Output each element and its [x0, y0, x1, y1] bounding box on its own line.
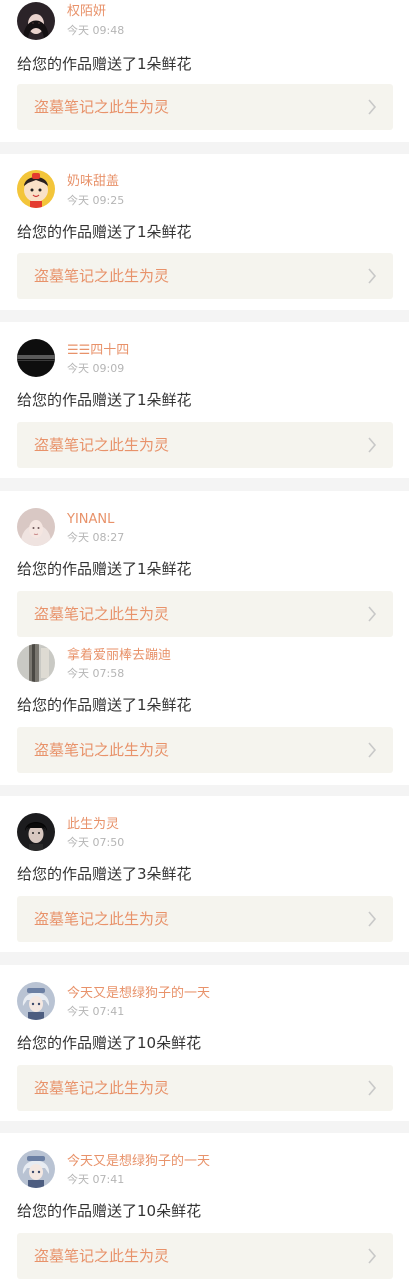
avatar-anime-icon: [17, 1150, 55, 1188]
timestamp: 今天 07:58: [67, 667, 125, 680]
avatar[interactable]: [17, 644, 55, 682]
chevron-right-icon: [368, 268, 377, 284]
chevron-right-icon: [368, 1248, 377, 1264]
user-name[interactable]: 拿着爱丽棒去蹦迪: [67, 648, 171, 664]
avatar[interactable]: [17, 982, 55, 1020]
gift-message: 给您的作品赠送了1朵鲜花: [17, 391, 192, 409]
gift-message: 给您的作品赠送了10朵鲜花: [17, 1034, 202, 1052]
work-link[interactable]: 盗墓笔记之此生为灵: [17, 727, 393, 773]
timestamp: 今天 07:41: [67, 1005, 125, 1018]
work-title: 盗墓笔记之此生为灵: [34, 741, 170, 759]
work-link[interactable]: 盗墓笔记之此生为灵: [17, 84, 393, 130]
work-title: 盗墓笔记之此生为灵: [34, 605, 170, 623]
timestamp: 今天 09:48: [67, 24, 125, 37]
user-name[interactable]: 今天又是想绿狗子的一天: [67, 1154, 210, 1170]
chevron-right-icon: [368, 911, 377, 927]
timestamp: 今天 09:09: [67, 362, 125, 375]
chevron-right-icon: [368, 437, 377, 453]
user-name[interactable]: 今天又是想绿狗子的一天: [67, 986, 210, 1002]
notification-card: 权陌妍 今天 09:48 给您的作品赠送了1朵鲜花 盗墓笔记之此生为灵: [0, 0, 409, 142]
timestamp: 今天 07:50: [67, 836, 125, 849]
notification-card: ☰☰四十四 今天 09:09 给您的作品赠送了1朵鲜花 盗墓笔记之此生为灵: [0, 322, 409, 478]
timestamp: 今天 09:25: [67, 194, 125, 207]
avatar-gray-photo-icon: [17, 644, 55, 682]
user-name[interactable]: 权陌妍: [67, 4, 106, 20]
avatar-anime-icon: [17, 982, 55, 1020]
avatar[interactable]: [17, 170, 55, 208]
avatar-cartoon-icon: [17, 170, 55, 208]
work-link[interactable]: 盗墓笔记之此生为灵: [17, 253, 393, 299]
gift-message: 给您的作品赠送了1朵鲜花: [17, 696, 192, 714]
work-title: 盗墓笔记之此生为灵: [34, 1247, 170, 1265]
timestamp: 今天 08:27: [67, 531, 125, 544]
avatar-pale-hair-icon: [17, 508, 55, 546]
avatar[interactable]: [17, 813, 55, 851]
gift-message: 给您的作品赠送了1朵鲜花: [17, 223, 192, 241]
gift-message: 给您的作品赠送了10朵鲜花: [17, 1202, 202, 1220]
notification-card: 今天又是想绿狗子的一天 今天 07:41 给您的作品赠送了10朵鲜花 盗墓笔记之…: [0, 1133, 409, 1280]
work-title: 盗墓笔记之此生为灵: [34, 910, 170, 928]
notification-card: 拿着爱丽棒去蹦迪 今天 07:58 给您的作品赠送了1朵鲜花 盗墓笔记之此生为灵: [0, 637, 409, 785]
avatar-dark-hair-icon: [17, 2, 55, 40]
gift-message: 给您的作品赠送了1朵鲜花: [17, 55, 192, 73]
gift-message: 给您的作品赠送了1朵鲜花: [17, 560, 192, 578]
avatar-dark-portrait-icon: [17, 813, 55, 851]
work-link[interactable]: 盗墓笔记之此生为灵: [17, 896, 393, 942]
notification-card: 此生为灵 今天 07:50 给您的作品赠送了3朵鲜花 盗墓笔记之此生为灵: [0, 796, 409, 952]
user-name[interactable]: ☰☰四十四: [67, 343, 129, 359]
user-name[interactable]: 奶味甜盖: [67, 174, 119, 190]
avatar[interactable]: [17, 1150, 55, 1188]
work-title: 盗墓笔记之此生为灵: [34, 98, 170, 116]
user-name[interactable]: YINANL: [67, 512, 114, 528]
work-title: 盗墓笔记之此生为灵: [34, 267, 170, 285]
work-link[interactable]: 盗墓笔记之此生为灵: [17, 422, 393, 468]
work-link[interactable]: 盗墓笔记之此生为灵: [17, 591, 393, 637]
timestamp: 今天 07:41: [67, 1173, 125, 1186]
work-title: 盗墓笔记之此生为灵: [34, 1079, 170, 1097]
work-link[interactable]: 盗墓笔记之此生为灵: [17, 1065, 393, 1111]
user-name[interactable]: 此生为灵: [67, 817, 119, 833]
avatar-dark-stripe-icon: [17, 339, 55, 377]
chevron-right-icon: [368, 99, 377, 115]
chevron-right-icon: [368, 606, 377, 622]
gift-message: 给您的作品赠送了3朵鲜花: [17, 865, 192, 883]
avatar[interactable]: [17, 339, 55, 377]
notification-feed: 权陌妍 今天 09:48 给您的作品赠送了1朵鲜花 盗墓笔记之此生为灵 奶味甜盖…: [0, 0, 409, 1280]
chevron-right-icon: [368, 1080, 377, 1096]
notification-card: YINANL 今天 08:27 给您的作品赠送了1朵鲜花 盗墓笔记之此生为灵: [0, 491, 409, 637]
work-link[interactable]: 盗墓笔记之此生为灵: [17, 1233, 393, 1279]
work-title: 盗墓笔记之此生为灵: [34, 436, 170, 454]
avatar[interactable]: [17, 2, 55, 40]
notification-card: 今天又是想绿狗子的一天 今天 07:41 给您的作品赠送了10朵鲜花 盗墓笔记之…: [0, 965, 409, 1121]
avatar[interactable]: [17, 508, 55, 546]
chevron-right-icon: [368, 742, 377, 758]
notification-card: 奶味甜盖 今天 09:25 给您的作品赠送了1朵鲜花 盗墓笔记之此生为灵: [0, 154, 409, 310]
